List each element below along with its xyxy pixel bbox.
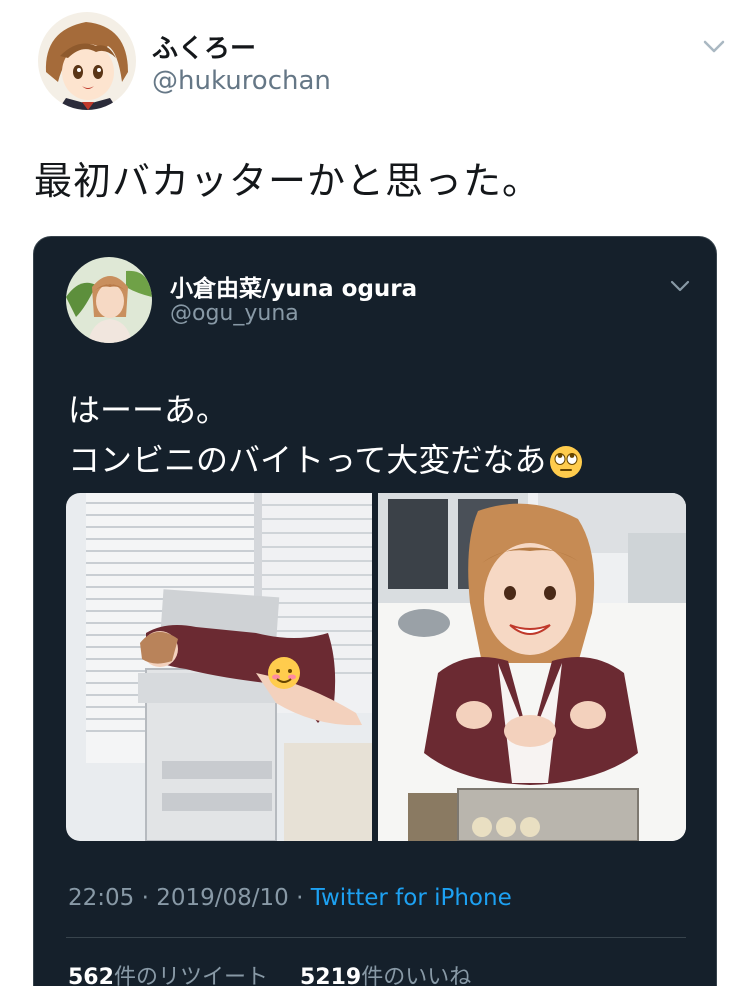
quoted-handle[interactable]: @ogu_yuna — [170, 301, 299, 326]
quoted-text-line-2: コンビニのバイトって大変だなあ — [68, 435, 584, 485]
media-photo-left[interactable] — [66, 493, 372, 841]
outer-tweet-header: ふくろー @hukurochan — [38, 12, 728, 112]
outer-handle[interactable]: @hukurochan — [152, 66, 331, 96]
like-count: 5219 — [299, 965, 362, 986]
quoted-avatar[interactable] — [66, 257, 152, 343]
quoted-tweet-text: はーーあ。 コンビニのバイトって大変だなあ — [68, 385, 584, 485]
chevron-down-icon[interactable] — [700, 32, 728, 60]
tweet-time: 22:05 — [68, 885, 135, 911]
outer-tweet-text: 最初バカッターかと思った。 — [34, 159, 542, 203]
quoted-text-line-1: はーーあ。 — [68, 391, 229, 429]
like-label: 件のいいね — [361, 965, 472, 986]
meta-separator: · — [296, 885, 304, 911]
chevron-down-icon[interactable] — [668, 273, 692, 297]
quoted-tweet-card[interactable]: 小倉由菜/yuna ogura @ogu_yuna はーーあ。 コンビニのバイト… — [33, 236, 717, 986]
retweet-count: 562 — [68, 965, 114, 986]
outer-avatar[interactable] — [38, 12, 136, 110]
tweet-date: 2019/08/10 — [156, 885, 289, 911]
rolling-eyes-emoji-icon — [548, 444, 584, 480]
photo-copier-scene-image — [66, 493, 372, 841]
tweet-meta: 22:05 · 2019/08/10 · Twitter for iPhone — [68, 885, 512, 911]
convenience-store-scene-image — [378, 493, 686, 841]
meta-separator: · — [141, 885, 149, 911]
retweets-link[interactable]: 562件のリツイート — [68, 965, 268, 986]
media-grid — [66, 493, 686, 841]
media-photo-right[interactable] — [378, 493, 686, 841]
quoted-display-name[interactable]: 小倉由菜/yuna ogura — [170, 269, 417, 303]
retweet-label: 件のリツイート — [113, 965, 268, 986]
profile-photo-image — [66, 257, 152, 343]
tweet-source-link[interactable]: Twitter for iPhone — [311, 885, 512, 911]
likes-link[interactable]: 5219件のいいね — [300, 965, 471, 986]
outer-display-name[interactable]: ふくろー — [152, 28, 256, 65]
quoted-text-line-2-text: コンビニのバイトって大変だなあ — [68, 441, 547, 479]
divider — [66, 937, 686, 938]
anime-avatar-image — [38, 12, 136, 110]
tweet-stats: 562件のリツイート 5219件のいいね — [68, 959, 471, 986]
